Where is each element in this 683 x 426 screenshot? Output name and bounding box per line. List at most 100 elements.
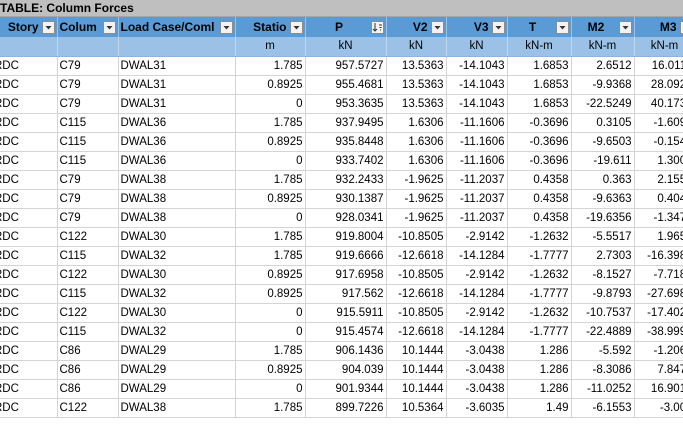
cell-m3[interactable]: 7.8477 bbox=[634, 360, 683, 380]
cell-load-case[interactable]: DWAL29 bbox=[118, 360, 236, 380]
cell-load-case[interactable]: DWAL30 bbox=[118, 303, 236, 323]
cell-story[interactable]: RDC bbox=[0, 189, 58, 209]
cell-m2[interactable]: -22.4889 bbox=[571, 322, 635, 342]
cell-story[interactable]: RDC bbox=[0, 379, 58, 399]
table-row[interactable]: RDCC79DWAL380928.0341-1.9625-11.20370.43… bbox=[0, 208, 683, 228]
cell-m3[interactable]: -27.6988 bbox=[634, 284, 683, 304]
cell-load-case[interactable]: DWAL29 bbox=[118, 379, 236, 399]
cell-v2[interactable]: -12.6618 bbox=[386, 322, 447, 342]
cell-v3[interactable]: -11.1606 bbox=[446, 132, 508, 152]
cell-load-case[interactable]: DWAL38 bbox=[118, 208, 236, 228]
cell-station[interactable]: 1.785 bbox=[235, 170, 306, 190]
cell-m3[interactable]: -3.002 bbox=[634, 398, 683, 418]
cell-v2[interactable]: 10.5364 bbox=[386, 398, 447, 418]
cell-story[interactable]: RDC bbox=[0, 265, 58, 285]
table-row[interactable]: RDCC122DWAL300915.5911-10.8505-2.9142-1.… bbox=[0, 303, 683, 323]
cell-p[interactable]: 915.5911 bbox=[305, 303, 387, 323]
cell-t[interactable]: -1.2632 bbox=[507, 303, 572, 323]
cell-m2[interactable]: -8.3086 bbox=[571, 360, 635, 380]
cell-t[interactable]: -1.2632 bbox=[507, 227, 572, 247]
cell-station[interactable]: 0.8925 bbox=[235, 284, 306, 304]
cell-load-case[interactable]: DWAL38 bbox=[118, 189, 236, 209]
table-row[interactable]: RDCC122DWAL381.785899.722610.5364-3.6035… bbox=[0, 398, 683, 418]
cell-station[interactable]: 1.785 bbox=[235, 113, 306, 133]
cell-t[interactable]: 0.4358 bbox=[507, 189, 572, 209]
cell-t[interactable]: -0.3696 bbox=[507, 132, 572, 152]
cell-m3[interactable]: -17.4027 bbox=[634, 303, 683, 323]
cell-station[interactable]: 0 bbox=[235, 303, 306, 323]
cell-station[interactable]: 0 bbox=[235, 379, 306, 399]
cell-p[interactable]: 957.5727 bbox=[305, 56, 387, 76]
cell-p[interactable]: 899.7226 bbox=[305, 398, 387, 418]
cell-story[interactable]: RDC bbox=[0, 170, 58, 190]
cell-column[interactable]: C115 bbox=[57, 151, 119, 171]
cell-column[interactable]: C86 bbox=[57, 341, 119, 361]
cell-load-case[interactable]: DWAL31 bbox=[118, 94, 236, 114]
cell-column[interactable]: C115 bbox=[57, 284, 119, 304]
cell-v3[interactable]: -2.9142 bbox=[446, 227, 508, 247]
table-row[interactable]: RDCC122DWAL300.8925917.6958-10.8505-2.91… bbox=[0, 265, 683, 285]
cell-story[interactable]: RDC bbox=[0, 246, 58, 266]
table-row[interactable]: RDCC115DWAL320.8925917.562-12.6618-14.12… bbox=[0, 284, 683, 304]
cell-station[interactable]: 0.8925 bbox=[235, 360, 306, 380]
cell-story[interactable]: RDC bbox=[0, 75, 58, 95]
table-row[interactable]: RDCC86DWAL290901.934410.1444-3.04381.286… bbox=[0, 379, 683, 399]
column-header-t[interactable]: T bbox=[507, 17, 572, 37]
cell-column[interactable]: C79 bbox=[57, 189, 119, 209]
table-row[interactable]: RDCC79DWAL381.785932.2433-1.9625-11.2037… bbox=[0, 170, 683, 190]
cell-p[interactable]: 919.8004 bbox=[305, 227, 387, 247]
cell-m3[interactable]: 28.0925 bbox=[634, 75, 683, 95]
cell-column[interactable]: C122 bbox=[57, 303, 119, 323]
cell-story[interactable]: RDC bbox=[0, 208, 58, 228]
cell-story[interactable]: RDC bbox=[0, 360, 58, 380]
cell-column[interactable]: C79 bbox=[57, 94, 119, 114]
p-filter-dropdown-button[interactable] bbox=[370, 20, 384, 34]
cell-m3[interactable]: -1.6097 bbox=[634, 113, 683, 133]
m2-filter-dropdown-button[interactable] bbox=[618, 20, 632, 34]
cell-station[interactable]: 0 bbox=[235, 94, 306, 114]
cell-p[interactable]: 932.2433 bbox=[305, 170, 387, 190]
cell-p[interactable]: 933.7402 bbox=[305, 151, 387, 171]
cell-station[interactable]: 0.8925 bbox=[235, 75, 306, 95]
cell-load-case[interactable]: DWAL38 bbox=[118, 170, 236, 190]
cell-m2[interactable]: 0.3105 bbox=[571, 113, 635, 133]
cell-v2[interactable]: 13.5363 bbox=[386, 94, 447, 114]
cell-v3[interactable]: -11.1606 bbox=[446, 113, 508, 133]
cell-m2[interactable]: -9.9368 bbox=[571, 75, 635, 95]
cell-m2[interactable]: 0.363 bbox=[571, 170, 635, 190]
column-header-story[interactable]: Story bbox=[0, 17, 58, 37]
cell-load-case[interactable]: DWAL36 bbox=[118, 113, 236, 133]
v3-filter-dropdown-button[interactable] bbox=[491, 20, 505, 34]
cell-v3[interactable]: -2.9142 bbox=[446, 265, 508, 285]
cell-v3[interactable]: -11.2037 bbox=[446, 170, 508, 190]
cell-v2[interactable]: 10.1444 bbox=[386, 360, 447, 380]
cell-p[interactable]: 901.9344 bbox=[305, 379, 387, 399]
column-header-m3[interactable]: M3 bbox=[634, 17, 683, 37]
cell-v2[interactable]: -12.6618 bbox=[386, 284, 447, 304]
cell-v3[interactable]: -3.0438 bbox=[446, 379, 508, 399]
cell-m3[interactable]: 40.1736 bbox=[634, 94, 683, 114]
cell-p[interactable]: 935.8448 bbox=[305, 132, 387, 152]
cell-v3[interactable]: -14.1043 bbox=[446, 56, 508, 76]
cell-column[interactable]: C86 bbox=[57, 360, 119, 380]
table-row[interactable]: RDCC86DWAL291.785906.143610.1444-3.04381… bbox=[0, 341, 683, 361]
column-header-m2[interactable]: M2 bbox=[571, 17, 635, 37]
cell-m2[interactable]: -9.8793 bbox=[571, 284, 635, 304]
table-row[interactable]: RDCC122DWAL301.785919.8004-10.8505-2.914… bbox=[0, 227, 683, 247]
cell-t[interactable]: -0.3696 bbox=[507, 113, 572, 133]
cell-story[interactable]: RDC bbox=[0, 94, 58, 114]
cell-t[interactable]: -1.2632 bbox=[507, 265, 572, 285]
cell-load-case[interactable]: DWAL36 bbox=[118, 132, 236, 152]
cell-m3[interactable]: 0.4042 bbox=[634, 189, 683, 209]
cell-p[interactable]: 930.1387 bbox=[305, 189, 387, 209]
cell-column[interactable]: C122 bbox=[57, 227, 119, 247]
cell-v2[interactable]: 13.5363 bbox=[386, 56, 447, 76]
cell-t[interactable]: 1.286 bbox=[507, 341, 572, 361]
cell-story[interactable]: RDC bbox=[0, 322, 58, 342]
cell-m3[interactable]: 2.1557 bbox=[634, 170, 683, 190]
cell-column[interactable]: C79 bbox=[57, 56, 119, 76]
cell-load-case[interactable]: DWAL30 bbox=[118, 265, 236, 285]
cell-t[interactable]: 1.49 bbox=[507, 398, 572, 418]
cell-column[interactable]: C79 bbox=[57, 75, 119, 95]
cell-station[interactable]: 1.785 bbox=[235, 56, 306, 76]
